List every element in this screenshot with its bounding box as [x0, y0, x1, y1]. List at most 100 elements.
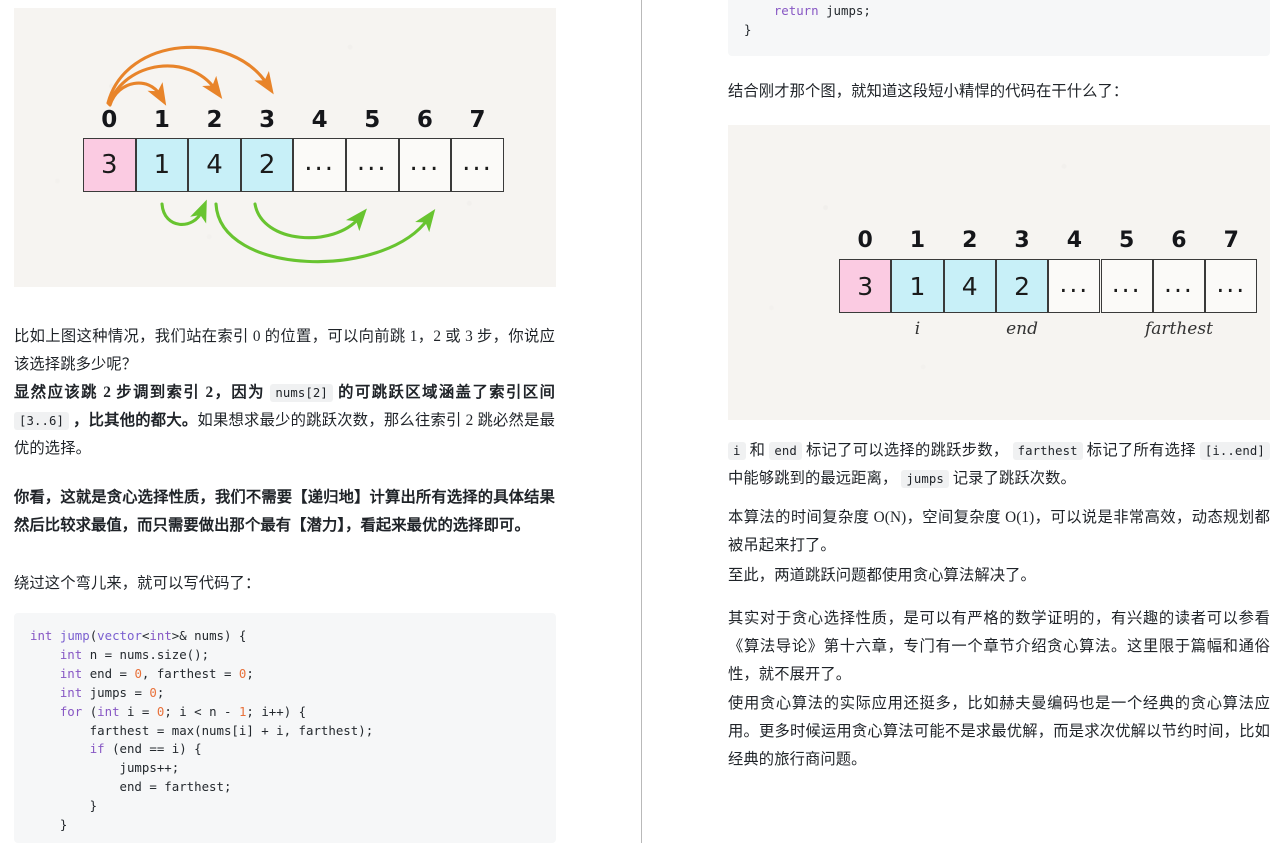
array-cell-0: 3: [839, 259, 892, 313]
code-token: return: [773, 3, 819, 18]
inline-code-end: end: [769, 442, 802, 460]
array-cell-5: ...: [346, 138, 399, 192]
index-label-4: 4: [311, 107, 328, 133]
code-token: jump: [59, 628, 90, 643]
array-cell-2: 4: [188, 138, 241, 192]
right-paragraph-5: 其实对于贪心选择性质，是可以有严格的数学证明的，有兴趣的读者可以参看《算法导论》…: [728, 605, 1270, 689]
code-line: jumps++;: [30, 759, 540, 778]
code-token: int: [97, 703, 120, 719]
code-line: }: [744, 21, 1254, 40]
code-token: }: [30, 798, 98, 814]
code-token: (end == i) {: [104, 741, 202, 757]
code-token: >& nums) {: [171, 628, 247, 643]
code-line: if (end == i) {: [30, 740, 540, 759]
index-label-4: 4: [1066, 228, 1082, 253]
ellipsis-icon: ...: [356, 147, 388, 177]
index-label-2: 2: [962, 228, 978, 253]
code-token: ; i < n -: [164, 703, 239, 719]
right-paragraph-3: 本算法的时间复杂度 O(N)，空间复杂度 O(1)，可以说是非常高效，动态规划都…: [728, 504, 1270, 560]
index-label-3: 3: [1014, 228, 1030, 253]
array-cell-1: 1: [135, 138, 189, 192]
array-cell-6: ...: [1152, 259, 1206, 313]
index-label-5: 5: [364, 107, 381, 133]
array-cell-1: 1: [891, 259, 944, 313]
column-divider: [641, 0, 642, 843]
code-line: int end = 0, farthest = 0;: [30, 665, 540, 684]
code-token: int: [59, 665, 83, 681]
ellipsis-icon: ...: [1111, 268, 1142, 298]
code-token: }: [30, 817, 68, 833]
right-paragraph-1-text: 结合刚才那个图，就知道这段短小精悍的代码在干什么了：: [728, 83, 1129, 100]
paragraph-3-text: 你看，这就是贪心选择性质，我们不需要【递归地】计算出所有选择的具体结果然后比较求…: [14, 489, 555, 534]
code-token: }: [744, 21, 752, 37]
code-token: jumps =: [82, 684, 150, 700]
array-cell-7: ...: [1205, 259, 1258, 313]
right-paragraph-2-text-a: 和: [749, 442, 766, 459]
index-label-7: 7: [1223, 228, 1239, 253]
paragraph-2-text-a: 显然应该跳 2 步调到索引 2，因为: [14, 384, 266, 401]
code-token: end = farthest;: [30, 779, 232, 795]
inline-code-i: i: [728, 442, 746, 460]
right-paragraph-2: i 和 end 标记了可以选择的跳跃步数， farthest 标记了所有选择 […: [728, 437, 1270, 493]
code-token: 0: [134, 665, 142, 681]
code-token: vector: [97, 628, 142, 643]
right-paragraph-2-text-b: 标记了可以选择的跳跃步数，: [805, 442, 1009, 459]
array-cell-4: ...: [293, 138, 346, 192]
code-line: }: [30, 816, 540, 835]
code-token: int: [149, 628, 172, 643]
ellipsis-icon: ...: [304, 147, 336, 177]
code-line: farthest = max(nums[i] + i, farthest);: [30, 722, 540, 741]
pointer-label-farthest: farthest: [1144, 319, 1213, 339]
jump-game-choices-diagram: 0 1 2 3 4 5 6 7 3 1 4 2............: [14, 8, 556, 287]
index-label-1: 1: [909, 228, 926, 253]
array-cell-7: ...: [451, 138, 504, 192]
index-label-5: 5: [1118, 228, 1135, 253]
right-paragraph-2-text-c: 标记了所有选择: [1086, 442, 1196, 459]
code-line: for (int i = 0; i < n - 1; i++) {: [30, 703, 540, 722]
article-page: 0 1 2 3 4 5 6 7 3 1 4 2............ 比如上图这种情况，我们站在索引…: [0, 0, 1280, 843]
code-block-jump-function: int jump(vector<int>& nums) { int n = nu…: [14, 613, 556, 843]
code-token: ;: [246, 665, 254, 681]
code-token: for: [59, 703, 83, 719]
right-paragraph-6-text: 使用贪心算法的实际应用还挺多，比如赫夫曼编码也是一个经典的贪心算法应用。更多时候…: [728, 695, 1270, 768]
paragraph-4: 绕过这个弯儿来，就可以写代码了：: [14, 570, 555, 598]
inline-code-jumps: jumps: [901, 470, 949, 488]
array-cell-3: 2: [240, 138, 294, 192]
code-token: 0: [149, 684, 157, 700]
paragraph-2-text-c: ，比其他的都大。: [73, 412, 198, 429]
index-label-3: 3: [259, 107, 276, 133]
right-paragraph-5-text: 其实对于贪心选择性质，是可以有严格的数学证明的，有兴趣的读者可以参看《算法导论》…: [728, 610, 1270, 683]
code-token: ;: [156, 684, 165, 700]
code-token: jumps++;: [30, 760, 180, 776]
paragraph-2-text-b: 的可跳跃区域涵盖了索引区间: [338, 384, 555, 401]
right-paragraph-2-text-d: 中能够跳到的最远距离，: [728, 470, 898, 487]
paragraph-1: 比如上图这种情况，我们站在索引 0 的位置，可以向前跳 1，2 或 3 步，你说…: [14, 323, 555, 379]
paragraph-2: 显然应该跳 2 步调到索引 2，因为 nums[2] 的可跳跃区域涵盖了索引区间…: [14, 379, 555, 463]
code-line: int jump(vector<int>& nums) {: [30, 627, 540, 646]
right-paragraph-6: 使用贪心算法的实际应用还挺多，比如赫夫曼编码也是一个经典的贪心算法应用。更多时候…: [728, 690, 1270, 774]
code-line: end = farthest;: [30, 778, 540, 797]
index-label-6: 6: [416, 107, 433, 133]
index-label-6: 6: [1171, 228, 1187, 253]
right-paragraph-1: 结合刚才那个图，就知道这段短小精悍的代码在干什么了：: [728, 78, 1270, 106]
code-line: int n = nums.size();: [30, 646, 540, 665]
right-paragraph-4: 至此，两道跳跃问题都使用贪心算法解决了。: [728, 562, 1270, 590]
code-line: }: [30, 797, 540, 816]
right-paragraph-2-text-e: 记录了跳跃次数。: [952, 470, 1076, 487]
code-block-return-tail: return jumps;}: [728, 0, 1270, 56]
ellipsis-icon: ...: [462, 147, 493, 177]
paragraph-1-text: 比如上图这种情况，我们站在索引 0 的位置，可以向前跳 1，2 或 3 步，你说…: [14, 328, 555, 373]
pointer-label-end: end: [1006, 319, 1038, 339]
jump-game-pointers-diagram: 0 1 2 3 4 5 6 7 3 1 4 2............ i end farthest: [728, 125, 1270, 420]
code-token: int: [59, 646, 83, 662]
ellipsis-icon: ...: [409, 147, 441, 177]
paragraph-4-text: 绕过这个弯儿来，就可以写代码了：: [14, 575, 261, 592]
ellipsis-icon: ...: [1164, 268, 1194, 298]
pointer-label-i: i: [914, 319, 921, 339]
array-cell-3: 2: [995, 259, 1049, 313]
